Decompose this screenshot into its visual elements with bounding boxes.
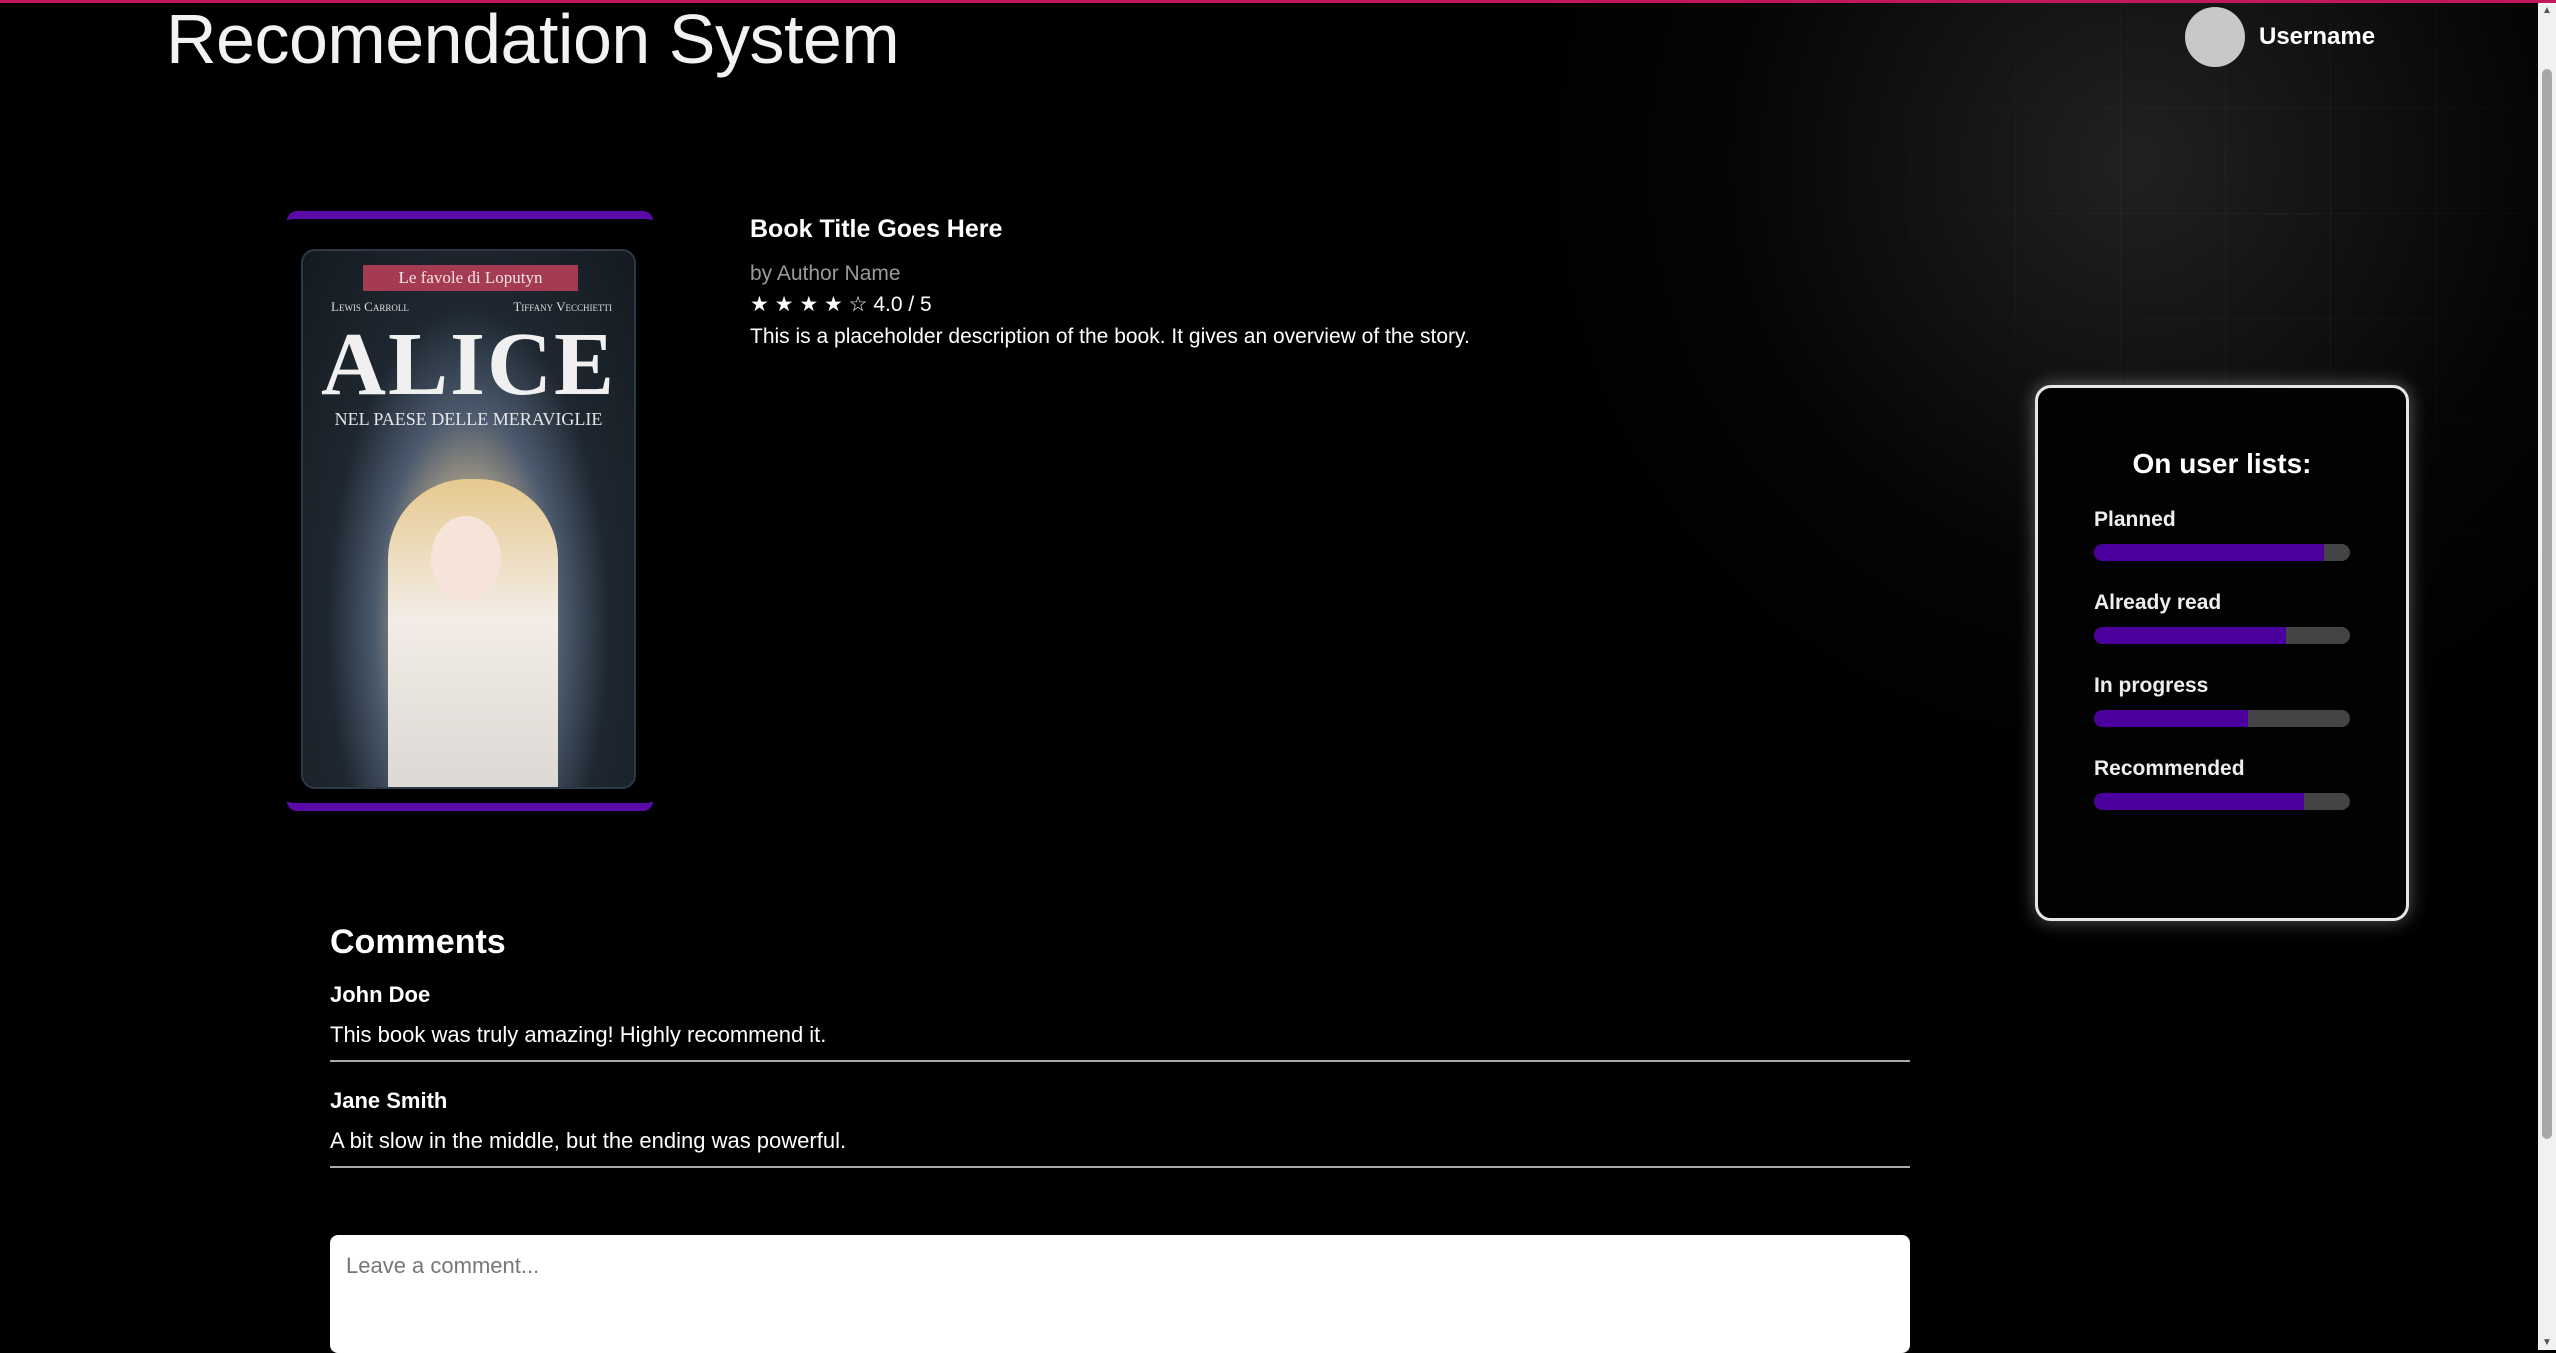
- site-title: Recomendation System: [166, 0, 900, 78]
- rating-text: 4.0 / 5: [873, 293, 932, 316]
- book-cover-frame: Le favole di Loputyn Lewis Carroll Tiffa…: [287, 211, 653, 811]
- scrollbar[interactable]: ▲ ▼: [2538, 3, 2556, 1350]
- book-title: Book Title Goes Here: [750, 215, 1003, 243]
- book-cover-image: Le favole di Loputyn Lewis Carroll Tiffa…: [301, 249, 636, 789]
- stat-bar-fill: [2094, 710, 2248, 727]
- stat-label: Recommended: [2094, 757, 2245, 780]
- comment-text: A bit slow in the middle, but the ending…: [330, 1128, 847, 1153]
- cover-title: ALICE: [320, 315, 617, 414]
- stat-label: Already read: [2094, 591, 2222, 614]
- cover-illustration-face: [431, 516, 501, 601]
- comment-text: This book was truly amazing! Highly reco…: [330, 1022, 827, 1047]
- stat-bar: [2094, 627, 2350, 644]
- comment: John Doe This book was truly amazing! Hi…: [330, 982, 1910, 1062]
- stat-label: Planned: [2094, 508, 2176, 531]
- list-stat: Already read: [2094, 591, 2350, 644]
- stat-bar: [2094, 544, 2350, 561]
- cover-subtitle: nel paese delle meraviglie: [334, 409, 603, 429]
- comments-heading: Comments: [330, 923, 506, 961]
- list-stat: Planned: [2094, 508, 2350, 561]
- book-author: by Author Name: [750, 262, 901, 285]
- book-info: Book Title Goes Here by Author Name ★ ★ …: [750, 215, 1950, 349]
- comment-input[interactable]: [330, 1235, 1910, 1353]
- comment-author: Jane Smith: [330, 1088, 448, 1113]
- user-lists-panel: On user lists: Planned Already read In pro…: [2035, 385, 2409, 921]
- scroll-up-icon[interactable]: ▲: [2542, 5, 2552, 16]
- list-stat: In progress: [2094, 674, 2350, 727]
- scrollbar-thumb[interactable]: [2542, 69, 2552, 1139]
- stat-label: In progress: [2094, 674, 2209, 697]
- comment-author: John Doe: [330, 982, 431, 1007]
- comment: Jane Smith A bit slow in the middle, but…: [330, 1088, 1910, 1168]
- stat-bar: [2094, 710, 2350, 727]
- panel-heading: On user lists:: [2132, 448, 2312, 479]
- book-description: This is a placeholder description of the…: [750, 325, 1470, 348]
- rating-stars: ★ ★ ★ ★ ☆: [750, 293, 868, 316]
- user-menu[interactable]: Username: [2185, 7, 2375, 67]
- list-stats: Planned Already read In progress Recommende…: [2038, 508, 2406, 810]
- stat-bar: [2094, 793, 2350, 810]
- username[interactable]: Username: [2259, 23, 2375, 51]
- list-stat: Recommended: [2094, 757, 2350, 810]
- stat-bar-fill: [2094, 627, 2286, 644]
- scroll-down-icon[interactable]: ▼: [2542, 1337, 2552, 1348]
- cover-series: Le favole di Loputyn: [363, 265, 578, 291]
- book-rating: ★ ★ ★ ★ ☆ 4.0 / 5: [750, 292, 1950, 317]
- stat-bar-fill: [2094, 793, 2304, 810]
- comments-section: Comments John Doe This book was truly am…: [330, 923, 1910, 1194]
- stat-bar-fill: [2094, 544, 2325, 561]
- avatar[interactable]: [2185, 7, 2245, 67]
